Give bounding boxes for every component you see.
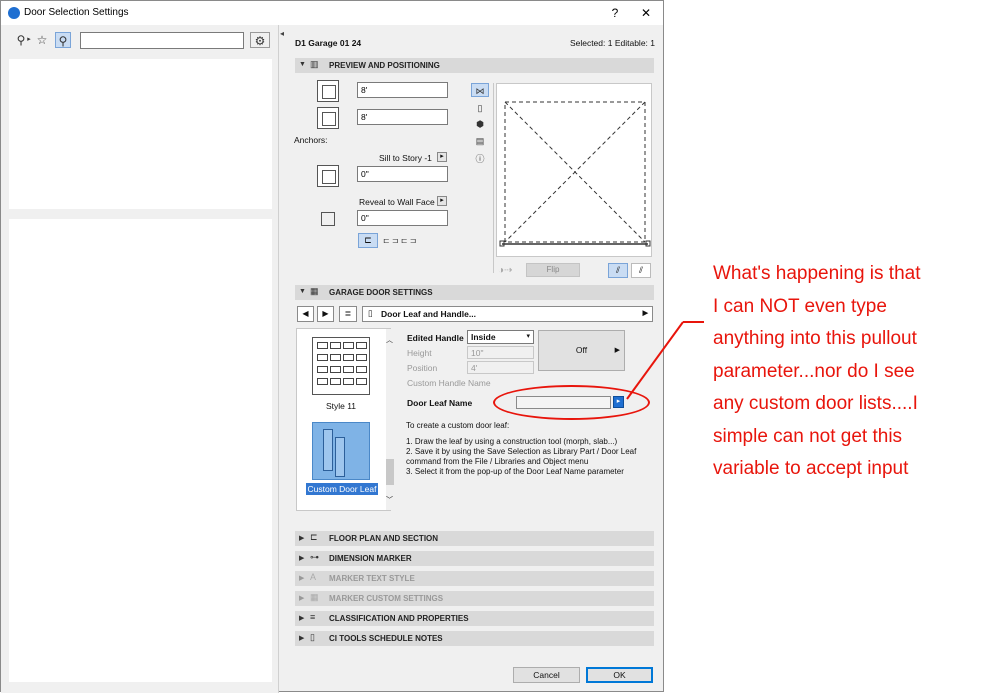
annotation-text: What's happening is that I can NOT even …: [713, 258, 993, 486]
annotation-line: variable to accept input: [713, 458, 909, 479]
annotation-line: simple can not get this: [713, 425, 903, 447]
annotation-line: any custom door lists....I: [713, 393, 918, 414]
annotation-line: anything into this pullout: [713, 328, 917, 349]
annotation-line: What's happening is that: [713, 263, 921, 284]
annotation-line: I can NOT even type: [713, 295, 887, 317]
annotation-line: parameter...nor do I see: [713, 360, 915, 382]
